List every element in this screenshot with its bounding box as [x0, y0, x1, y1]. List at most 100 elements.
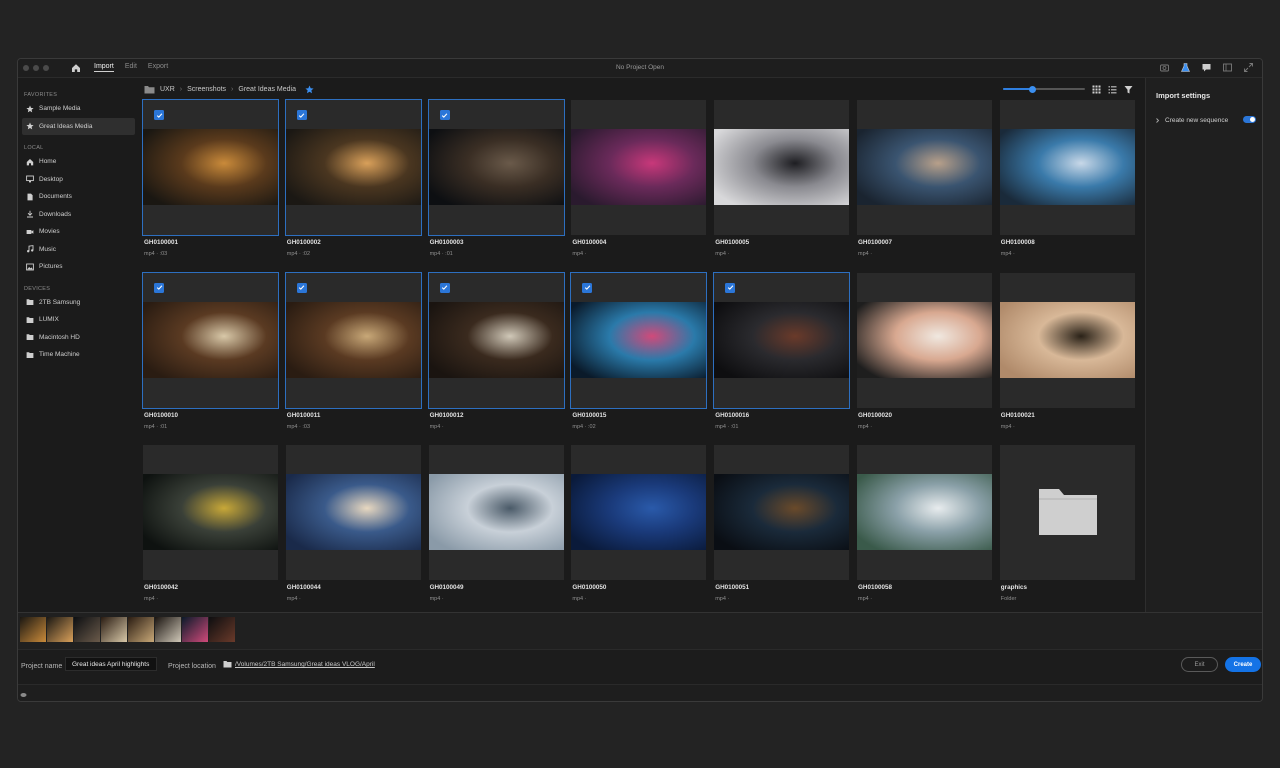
sidebar-item-2tb-samsung[interactable]: 2TB Samsung [22, 294, 135, 312]
create-sequence-label: Create new sequence [1165, 116, 1229, 124]
checkbox-checked-icon[interactable] [154, 282, 164, 293]
media-card[interactable] [428, 445, 564, 580]
media-card[interactable] [427, 99, 565, 236]
media-card[interactable] [571, 445, 707, 580]
fullscreen-icon[interactable] [1243, 62, 1254, 73]
sidebar-item-lumix[interactable]: LUMIX [22, 311, 135, 329]
create-sequence-toggle[interactable] [1243, 116, 1256, 123]
media-meta: mp4 · :01 [144, 423, 168, 430]
list-view-icon[interactable] [1108, 85, 1117, 94]
selection-filmstrip [18, 612, 1262, 650]
filmstrip-thumbnail[interactable] [182, 617, 208, 642]
sidebar-item-documents[interactable]: Documents [22, 188, 135, 206]
media-thumbnail [285, 301, 421, 378]
devices-list: 2TB Samsung LUMIX Macintosh HD Time Machine [18, 294, 139, 364]
filter-icon[interactable] [1124, 85, 1133, 94]
title-bar: Import Edit Export No Project Open [18, 59, 1262, 78]
checkbox-checked-icon[interactable] [439, 110, 450, 120]
sidebar-item-macintosh-hd[interactable]: Macintosh HD [22, 329, 135, 347]
folder-icon[interactable] [223, 660, 232, 668]
sidebar-item-desktop[interactable]: Desktop [22, 171, 135, 189]
filmstrip-thumbnail[interactable] [74, 617, 100, 642]
sidebar-item-home[interactable]: Home [22, 153, 135, 171]
project-name-input[interactable] [65, 657, 157, 671]
star-icon [26, 105, 34, 113]
media-meta: mp4 · [858, 423, 873, 430]
filmstrip-thumbnail[interactable] [155, 617, 181, 642]
filmstrip-thumbnail[interactable] [20, 617, 46, 642]
eye-icon[interactable] [20, 692, 27, 698]
media-card[interactable] [714, 445, 850, 580]
drive-icon [26, 351, 34, 359]
media-thumbnail [857, 129, 992, 205]
sidebar-item-pictures[interactable]: Pictures [22, 258, 135, 276]
sidebar-item-movies[interactable]: Movies [22, 223, 135, 241]
checkbox-checked-icon[interactable] [296, 110, 307, 120]
exit-button[interactable]: Exit [1181, 657, 1218, 672]
media-card[interactable] [284, 99, 422, 236]
media-card[interactable] [713, 271, 851, 409]
sidebar-item-label: Time Machine [39, 351, 80, 359]
filmstrip-thumbnail[interactable] [47, 617, 73, 642]
panel-icon[interactable] [1222, 62, 1233, 73]
zoom-slider[interactable] [1003, 84, 1085, 94]
breadcrumb-item-screenshots[interactable]: Screenshots [187, 86, 226, 93]
project-location-label: Project location [168, 663, 216, 670]
media-card[interactable] [142, 271, 279, 409]
media-name: GH0100016 [715, 411, 750, 419]
media-card[interactable] [999, 272, 1135, 408]
app-window: Import Edit Export No Project Open FAVORIT… [17, 58, 1263, 702]
camera-icon[interactable] [1159, 62, 1170, 73]
media-card[interactable] [714, 100, 850, 235]
media-card[interactable] [571, 100, 707, 235]
zoom-slider-thumb[interactable] [1029, 85, 1037, 93]
chevron-right-icon[interactable] [1154, 117, 1161, 124]
checkbox-checked-icon[interactable] [296, 282, 307, 293]
folder-card[interactable] [999, 445, 1135, 580]
sidebar-item-label: Home [39, 158, 57, 166]
media-card[interactable] [999, 100, 1135, 235]
comment-icon[interactable] [1201, 62, 1212, 73]
breadcrumb-item-current[interactable]: Great Ideas Media [238, 86, 296, 93]
media-meta: mp4 · :01 [429, 251, 453, 257]
sidebar-item-downloads[interactable]: Downloads [22, 206, 135, 224]
media-name: GH0100044 [286, 584, 321, 591]
media-card[interactable] [284, 271, 422, 409]
checkbox-checked-icon[interactable] [582, 282, 593, 293]
media-meta: mp4 · :02 [572, 423, 596, 430]
create-button[interactable]: Create [1225, 657, 1261, 672]
filmstrip-thumbnail[interactable] [101, 617, 127, 642]
sidebar-item-time-machine[interactable]: Time Machine [22, 346, 135, 364]
star-icon[interactable] [305, 85, 314, 94]
sidebar-item-sample-media[interactable]: Sample Media [22, 100, 135, 118]
media-thumbnail [857, 301, 992, 378]
media-card[interactable] [570, 271, 708, 409]
create-sequence-row[interactable]: Create new sequence [1154, 115, 1256, 125]
sidebar-item-music[interactable]: Music [22, 241, 135, 259]
checkbox-checked-icon[interactable] [725, 282, 736, 293]
media-thumbnail [714, 129, 850, 205]
project-location-link[interactable]: /Volumes/2TB Samsung/Great ideas VLOG/Ap… [235, 661, 375, 668]
media-card[interactable] [285, 445, 421, 580]
media-card[interactable] [857, 100, 992, 235]
filmstrip-thumbnail[interactable] [209, 617, 235, 642]
sidebar-item-label: Pictures [39, 263, 63, 271]
folder-icon[interactable] [144, 85, 155, 94]
media-meta: mp4 · [144, 596, 159, 602]
media-card[interactable] [143, 445, 278, 580]
media-thumbnail [714, 301, 850, 378]
checkbox-checked-icon[interactable] [439, 282, 450, 293]
sidebar-item-great-ideas-media[interactable]: Great Ideas Media [22, 117, 135, 135]
filmstrip-thumbnail[interactable] [128, 617, 154, 642]
media-card[interactable] [857, 272, 992, 408]
music-icon [26, 245, 34, 253]
media-card[interactable] [857, 445, 992, 580]
checkbox-checked-icon[interactable] [154, 110, 164, 120]
media-card[interactable] [427, 271, 565, 409]
grid-view-icon[interactable] [1092, 85, 1101, 94]
media-meta: mp4 · [858, 596, 873, 602]
media-card[interactable] [142, 99, 279, 236]
flask-icon[interactable] [1180, 62, 1191, 73]
breadcrumb-item-uxr[interactable]: UXR [160, 86, 175, 93]
sidebar-item-label: Movies [39, 228, 60, 236]
